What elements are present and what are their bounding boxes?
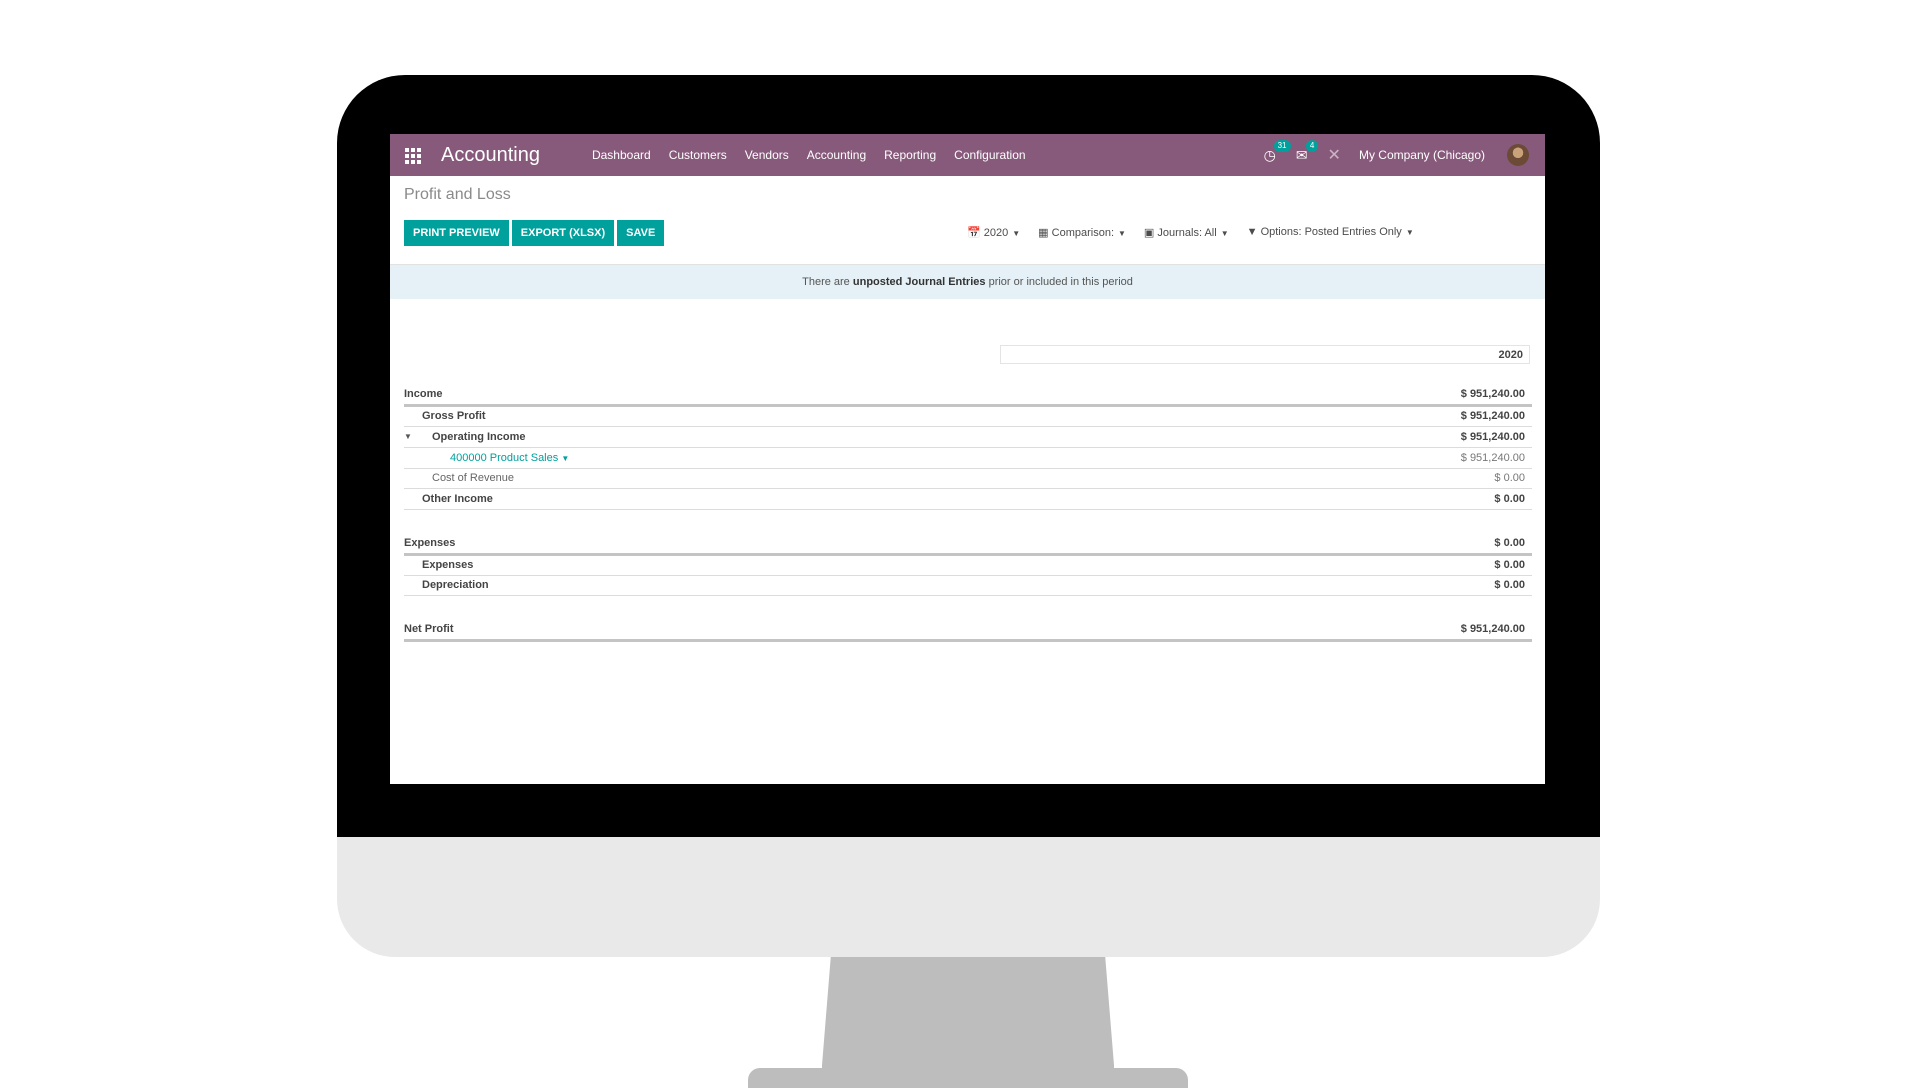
top-navbar: Accounting Dashboard Customers Vendors A… — [390, 134, 1545, 176]
report-row-depreciation: Depreciation $ 0.00 — [404, 575, 1532, 596]
save-button[interactable]: SAVE — [617, 220, 665, 246]
export-xlsx-button[interactable]: EXPORT (XLSX) — [511, 220, 615, 246]
caret-down-icon: ▼ — [1405, 228, 1414, 237]
options-filter-dropdown[interactable]: ▼ Options: Posted Entries Only ▼ — [1247, 226, 1414, 239]
screen: Accounting Dashboard Customers Vendors A… — [390, 134, 1545, 784]
company-switcher[interactable]: My Company (Chicago) — [1359, 148, 1485, 162]
menu-configuration[interactable]: Configuration — [954, 148, 1025, 162]
row-value: $ 0.00 — [1494, 493, 1525, 505]
row-label: Expenses — [404, 537, 456, 549]
journals-filter-label: Journals: All — [1157, 227, 1217, 239]
comparison-filter-dropdown[interactable]: ▦ Comparison: ▼ — [1038, 226, 1126, 239]
row-value: $ 951,240.00 — [1460, 431, 1525, 443]
bar-chart-icon: ▦ — [1038, 227, 1049, 239]
row-value: $ 0.00 — [1494, 559, 1525, 571]
report-row-net-profit: Net Profit $ 951,240.00 — [404, 619, 1532, 642]
caret-down-icon[interactable]: ▼ — [404, 427, 412, 447]
report-filters: 📅 2020 ▼ ▦ Comparison: ▼ ▣ Journals: All ▼ … — [967, 226, 1432, 239]
caret-down-icon: ▼ — [1220, 229, 1229, 238]
comparison-filter-label: Comparison: — [1051, 227, 1114, 239]
menu-accounting[interactable]: Accounting — [807, 148, 866, 162]
main-menu: Dashboard Customers Vendors Accounting R… — [592, 148, 1044, 162]
control-panel: Profit and Loss PRINT PREVIEW EXPORT (XL… — [390, 176, 1545, 265]
monitor-stand-base — [748, 1068, 1188, 1088]
row-label: Depreciation — [422, 579, 489, 591]
caret-down-icon: ▼ — [1012, 229, 1021, 238]
row-label: Gross Profit — [422, 410, 486, 422]
action-buttons: PRINT PREVIEW EXPORT (XLSX) SAVE — [404, 220, 667, 246]
report-row-income: Income $ 951,240.00 — [404, 384, 1532, 407]
unposted-entries-alert: There are unposted Journal Entries prior… — [390, 265, 1545, 299]
options-filter-label: Options: Posted Entries Only — [1260, 226, 1402, 238]
book-icon: ▣ — [1143, 227, 1155, 239]
column-header-period: 2020 — [1000, 345, 1530, 364]
report-row-sub-expenses: Expenses $ 0.00 — [404, 555, 1532, 576]
row-value: $ 0.00 — [1494, 537, 1525, 549]
menu-customers[interactable]: Customers — [669, 148, 727, 162]
period-filter-dropdown[interactable]: 📅 2020 ▼ — [967, 226, 1020, 239]
app-title: Accounting — [441, 143, 540, 166]
report-row-gross-profit: Gross Profit $ 951,240.00 — [404, 406, 1532, 427]
report-row-expenses: Expenses $ 0.00 — [404, 533, 1532, 556]
row-label: Other Income — [422, 493, 493, 505]
report-row-other-income: Other Income $ 0.00 — [404, 489, 1532, 510]
alert-emphasis: unposted Journal Entries — [852, 276, 986, 288]
row-label: Income — [404, 388, 443, 400]
menu-vendors[interactable]: Vendors — [745, 148, 789, 162]
debug-close-icon[interactable]: ✕ — [1328, 145, 1341, 165]
row-value: $ 0.00 — [1494, 579, 1525, 591]
row-value: $ 951,240.00 — [1460, 410, 1525, 422]
row-value: $ 951,240.00 — [1460, 623, 1525, 635]
account-label: 400000 Product Sales — [450, 452, 559, 464]
report-row-product-sales: 400000 Product Sales ▼ $ 951,240.00 — [404, 448, 1532, 469]
monitor-stand — [822, 957, 1114, 1080]
period-filter-label: 2020 — [983, 227, 1009, 239]
calendar-icon: 📅 — [967, 227, 981, 239]
report-row-cost-of-revenue: Cost of Revenue $ 0.00 — [404, 468, 1532, 489]
monitor-chin — [337, 837, 1600, 957]
caret-down-icon: ▼ — [561, 454, 570, 463]
activity-clock-icon[interactable]: ◷ 31 — [1264, 139, 1291, 164]
funnel-icon: ▼ — [1246, 226, 1258, 238]
journals-filter-dropdown[interactable]: ▣ Journals: All ▼ — [1144, 226, 1229, 239]
row-label: Net Profit — [404, 623, 454, 635]
row-value: $ 951,240.00 — [1460, 452, 1525, 464]
menu-dashboard[interactable]: Dashboard — [592, 148, 651, 162]
activity-count-badge: 31 — [1273, 139, 1291, 152]
apps-grid-icon[interactable] — [405, 148, 421, 164]
row-value: $ 951,240.00 — [1460, 388, 1525, 400]
row-value: $ 0.00 — [1494, 472, 1525, 484]
account-link-product-sales[interactable]: 400000 Product Sales ▼ — [450, 448, 569, 469]
messages-count-badge: 4 — [1305, 139, 1319, 152]
menu-reporting[interactable]: Reporting — [884, 148, 936, 162]
user-avatar[interactable] — [1507, 144, 1529, 166]
print-preview-button[interactable]: PRINT PREVIEW — [404, 220, 509, 246]
row-label: Operating Income — [432, 431, 526, 443]
navbar-systray: ◷ 31 ✉ 4 ✕ My Company (Chicago) — [1264, 134, 1529, 176]
row-label: Expenses — [422, 559, 474, 571]
page-title: Profit and Loss — [404, 186, 511, 203]
caret-down-icon: ▼ — [1118, 229, 1126, 238]
messages-chat-icon[interactable]: ✉ 4 — [1296, 139, 1319, 164]
alert-prefix: There are — [802, 276, 850, 288]
alert-suffix: prior or included in this period — [988, 276, 1133, 288]
report-row-operating-income[interactable]: ▼ Operating Income $ 951,240.00 — [404, 427, 1532, 448]
row-label: Cost of Revenue — [432, 472, 514, 484]
